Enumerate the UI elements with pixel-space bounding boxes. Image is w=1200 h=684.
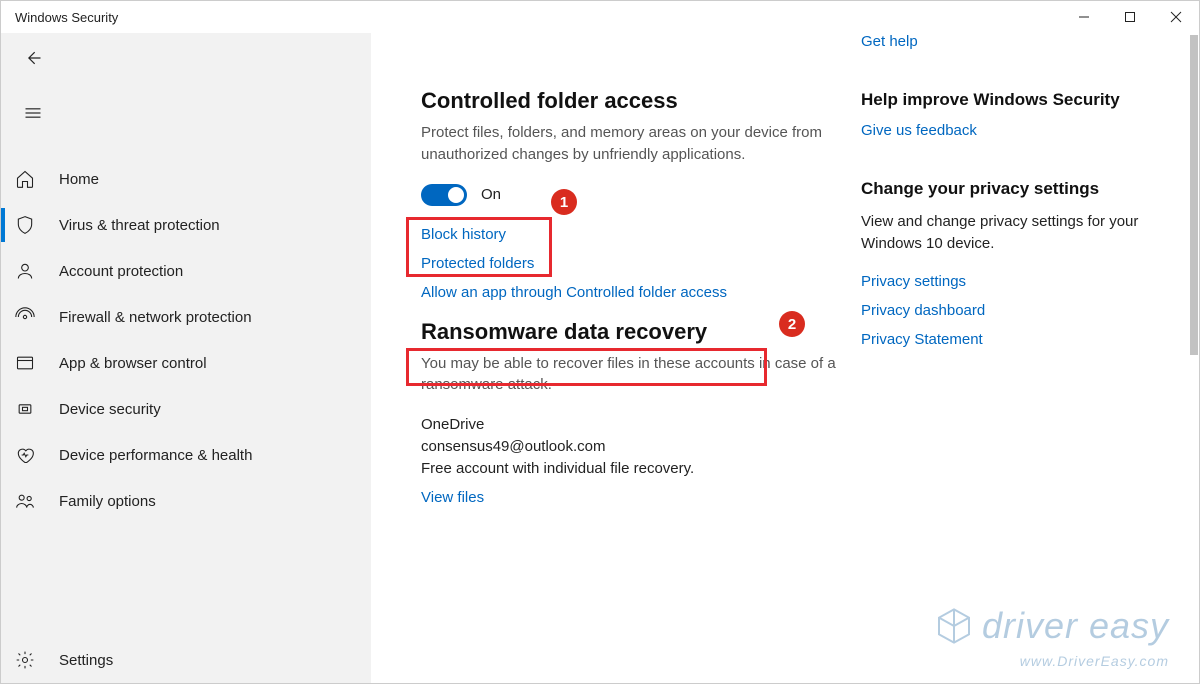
home-icon [13,169,37,189]
person-icon [13,261,37,281]
sidebar-item-label: Device performance & health [59,447,252,464]
window-title: Windows Security [15,10,118,25]
link-privacy-statement[interactable]: Privacy Statement [861,331,1171,348]
heart-icon [13,445,37,465]
vertical-scrollbar[interactable] [1190,35,1198,681]
sidebar-item-label: Home [59,171,99,188]
privacy-heading: Change your privacy settings [861,179,1171,199]
link-view-files[interactable]: View files [421,489,841,506]
sidebar: Home Virus & threat protection Account p… [1,33,371,683]
link-block-history[interactable]: Block history [421,226,841,243]
sidebar-item-account[interactable]: Account protection [1,248,371,294]
sidebar-item-label: Family options [59,493,156,510]
account-note: Free account with individual file recove… [421,458,841,480]
right-column: Get help Help improve Windows Security G… [861,33,1171,628]
close-button[interactable] [1153,1,1199,33]
chip-icon [13,399,37,419]
sidebar-item-label: App & browser control [59,355,207,372]
annotation-badge-1: 1 [551,189,577,215]
link-privacy-dashboard[interactable]: Privacy dashboard [861,302,1171,319]
account-email: consensus49@outlook.com [421,436,841,458]
network-icon [13,307,37,327]
cfa-toggle[interactable] [421,184,467,206]
gear-icon [13,650,37,670]
sidebar-item-label: Settings [59,652,113,669]
watermark: driver easy www.DriverEasy.com [934,605,1169,669]
window-controls [1061,1,1199,33]
maximize-button[interactable] [1107,1,1153,33]
privacy-description: View and change privacy settings for you… [861,211,1171,255]
cfa-heading: Controlled folder access [421,88,841,114]
title-bar: Windows Security [1,1,1199,33]
sidebar-item-firewall[interactable]: Firewall & network protection [1,294,371,340]
annotation-badge-2: 2 [779,311,805,337]
family-icon [13,491,37,511]
link-privacy-settings[interactable]: Privacy settings [861,273,1171,290]
back-button[interactable] [23,48,371,73]
sidebar-item-device-security[interactable]: Device security [1,386,371,432]
shield-icon [13,215,37,235]
sidebar-item-label: Firewall & network protection [59,309,252,326]
account-name: OneDrive [421,414,841,436]
sidebar-item-family[interactable]: Family options [1,478,371,524]
sidebar-item-performance[interactable]: Device performance & health [1,432,371,478]
sidebar-item-label: Virus & threat protection [59,217,220,234]
recovery-description: You may be able to recover files in thes… [421,353,841,397]
cube-icon [934,606,974,646]
link-protected-folders[interactable]: Protected folders [421,255,841,272]
link-feedback[interactable]: Give us feedback [861,122,1171,139]
main-content: Controlled folder access Protect files, … [371,33,1199,683]
improve-heading: Help improve Windows Security [861,90,1171,110]
cfa-toggle-label: On [481,186,501,203]
onedrive-account-block: OneDrive consensus49@outlook.com Free ac… [421,414,841,479]
browser-icon [13,353,37,373]
recovery-heading: Ransomware data recovery [421,319,841,345]
link-get-help[interactable]: Get help [861,33,1171,50]
sidebar-item-label: Device security [59,401,161,418]
sidebar-item-label: Account protection [59,263,183,280]
menu-button[interactable] [23,103,371,128]
sidebar-item-home[interactable]: Home [1,156,371,202]
minimize-button[interactable] [1061,1,1107,33]
sidebar-item-app-browser[interactable]: App & browser control [1,340,371,386]
link-allow-app[interactable]: Allow an app through Controlled folder a… [421,284,841,301]
sidebar-item-virus-threat[interactable]: Virus & threat protection [1,202,371,248]
sidebar-item-settings[interactable]: Settings [1,637,371,683]
cfa-description: Protect files, folders, and memory areas… [421,122,841,166]
